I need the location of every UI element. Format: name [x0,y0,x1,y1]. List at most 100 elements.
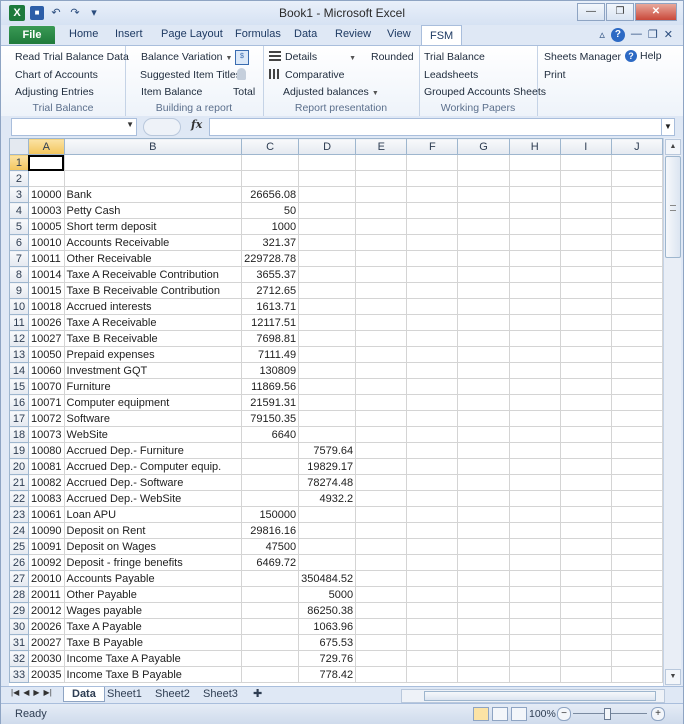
cell[interactable] [406,266,459,283]
cell[interactable]: 10072 [27,410,65,427]
cell[interactable] [457,650,510,667]
restore-button[interactable]: ❐ [606,3,634,21]
cell[interactable] [27,170,65,187]
cell[interactable]: 10091 [27,538,65,555]
cell[interactable] [508,266,561,283]
cell[interactable] [406,586,459,603]
comparative-button[interactable]: Comparative [269,69,345,81]
cell[interactable]: Accrued Dep.- Furniture [63,442,243,459]
tab-review[interactable]: Review [335,28,371,40]
column-header[interactable]: J [610,138,663,155]
cell[interactable]: 7698.81 [241,330,300,347]
cell[interactable] [406,154,459,171]
cell[interactable] [298,250,357,267]
cell[interactable]: Taxe B Payable [63,634,243,651]
cell[interactable] [406,554,459,571]
cell[interactable] [508,170,561,187]
cell[interactable] [559,474,612,491]
row-header[interactable]: 30 [9,618,29,635]
cell[interactable]: Accrued interests [63,298,243,315]
cell[interactable] [457,410,510,427]
chart-of-accounts-button[interactable]: Chart of Accounts [15,69,98,81]
cell[interactable] [298,506,357,523]
cell[interactable] [355,618,408,635]
cell[interactable] [508,650,561,667]
scroll-up-icon[interactable]: ▲ [665,139,681,155]
cell[interactable] [298,346,357,363]
row-header[interactable]: 18 [9,426,29,443]
cell[interactable]: Prepaid expenses [63,346,243,363]
cell[interactable] [610,666,663,683]
cell[interactable] [298,330,357,347]
cell[interactable] [355,522,408,539]
cell[interactable] [457,378,510,395]
cell[interactable]: 20012 [27,602,65,619]
cell[interactable] [241,586,300,603]
close-button[interactable]: ✕ [635,3,677,21]
row-header[interactable]: 26 [9,554,29,571]
cell[interactable] [406,282,459,299]
cell[interactable] [610,586,663,603]
cell[interactable]: 675.53 [298,634,357,651]
cell[interactable] [457,522,510,539]
fsm-help-button[interactable]: ? Help [625,50,662,62]
cell[interactable]: Accounts Payable [63,570,243,587]
cell[interactable] [241,474,300,491]
cell[interactable]: 10015 [27,282,65,299]
cell[interactable] [298,538,357,555]
cell[interactable] [406,474,459,491]
tab-data[interactable]: Data [294,28,317,40]
cell[interactable] [508,394,561,411]
cell[interactable] [355,554,408,571]
grouped-accounts-sheets-button[interactable]: Grouped Accounts Sheets [424,86,546,98]
cell[interactable] [406,250,459,267]
cell[interactable] [298,298,357,315]
row-header[interactable]: 3 [9,186,29,203]
sheet-tab-sheet3[interactable]: Sheet3 [195,687,246,701]
cell[interactable] [457,538,510,555]
row-header[interactable]: 17 [9,410,29,427]
row-header[interactable]: 28 [9,586,29,603]
first-sheet-icon[interactable]: |◀ [11,688,19,697]
cell[interactable] [610,378,663,395]
cell[interactable] [355,410,408,427]
row-header[interactable]: 5 [9,218,29,235]
cell[interactable]: Deposit on Wages [63,538,243,555]
cell[interactable]: 10080 [27,442,65,459]
cell[interactable] [406,330,459,347]
cell[interactable] [610,490,663,507]
row-header[interactable]: 27 [9,570,29,587]
cell[interactable] [559,170,612,187]
cell[interactable] [457,666,510,683]
cell[interactable] [610,250,663,267]
row-header[interactable]: 25 [9,538,29,555]
cell[interactable]: 20035 [27,666,65,683]
cell[interactable] [406,218,459,235]
cell[interactable] [355,650,408,667]
cell[interactable]: 6640 [241,426,300,443]
rounded-toggle[interactable]: Rounded [371,51,414,63]
cell[interactable]: 10082 [27,474,65,491]
cell[interactable] [298,378,357,395]
cell[interactable] [559,346,612,363]
cell[interactable] [355,266,408,283]
cell[interactable]: 20010 [27,570,65,587]
cell[interactable]: 7111.49 [241,346,300,363]
cell[interactable]: Taxe B Receivable Contribution [63,282,243,299]
cell[interactable] [298,394,357,411]
row-header[interactable]: 33 [9,666,29,683]
row-header[interactable]: 6 [9,234,29,251]
cell[interactable] [508,442,561,459]
cell[interactable]: 4932.2 [298,490,357,507]
cell[interactable] [559,490,612,507]
cell[interactable] [610,650,663,667]
cell[interactable]: Loan APU [63,506,243,523]
cell[interactable] [298,218,357,235]
doc-restore-icon[interactable]: ❐ [648,28,658,42]
cell[interactable] [406,570,459,587]
collapse-ribbon-icon[interactable]: ▵ [599,28,605,42]
cell[interactable] [610,602,663,619]
cell[interactable] [355,490,408,507]
cell[interactable]: Deposit on Rent [63,522,243,539]
cell[interactable]: 10083 [27,490,65,507]
